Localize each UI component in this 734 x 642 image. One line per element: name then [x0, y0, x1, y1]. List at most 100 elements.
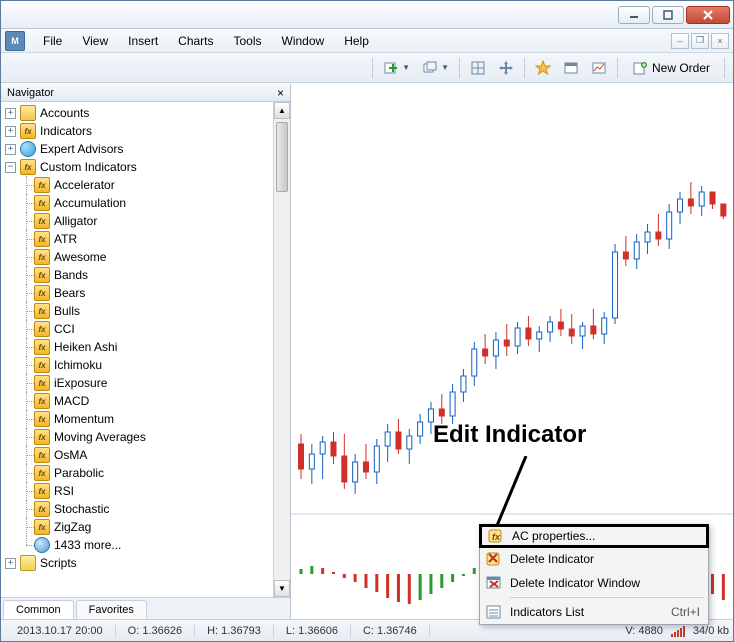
- plus-chart-icon: [383, 60, 399, 76]
- terminal-icon: [563, 60, 579, 76]
- tree-item-custom[interactable]: Awesome: [1, 248, 290, 266]
- tree-item-custom[interactable]: Accumulation: [1, 194, 290, 212]
- app-window: M File View Insert Charts Tools Window H…: [0, 0, 734, 642]
- toolbar-strategy-tester-button[interactable]: [586, 57, 612, 79]
- menu-shortcut: Ctrl+I: [671, 605, 700, 619]
- expander-icon[interactable]: +: [5, 144, 16, 155]
- tree-item-custom[interactable]: OsMA: [1, 446, 290, 464]
- tree-item-custom[interactable]: Alligator: [1, 212, 290, 230]
- navigator-scrollbar[interactable]: ▲ ▼: [273, 102, 290, 597]
- tab-common[interactable]: Common: [3, 600, 74, 619]
- fx-icon: [34, 447, 50, 463]
- scroll-down-button[interactable]: ▼: [274, 580, 290, 597]
- menu-item-label: Indicators List: [510, 605, 584, 619]
- fx-icon: [34, 339, 50, 355]
- tree-label: 1433 more...: [54, 538, 121, 552]
- navigator-tree[interactable]: +Accounts+Indicators+Expert Advisors−Cus…: [1, 102, 290, 597]
- fx-icon: [34, 411, 50, 427]
- status-kb: 34/0 kb: [693, 625, 729, 637]
- menu-charts[interactable]: Charts: [168, 31, 223, 51]
- tree-item-custom[interactable]: Bulls: [1, 302, 290, 320]
- tree-label: Bulls: [54, 304, 80, 318]
- window-minimize-button[interactable]: [618, 6, 650, 24]
- scroll-thumb[interactable]: [276, 122, 288, 192]
- menu-help[interactable]: Help: [334, 31, 379, 51]
- scroll-up-button[interactable]: ▲: [274, 102, 290, 119]
- tree-item-custom[interactable]: Bands: [1, 266, 290, 284]
- toolbar-terminal-button[interactable]: [558, 57, 584, 79]
- menu-tools[interactable]: Tools: [224, 31, 272, 51]
- fx-icon: [34, 177, 50, 193]
- tree-item-custom[interactable]: Parabolic: [1, 464, 290, 482]
- menu-item-delete-indicator[interactable]: Delete Indicator: [480, 547, 708, 571]
- tree-item-custom[interactable]: CCI: [1, 320, 290, 338]
- tree-item-custom[interactable]: Ichimoku: [1, 356, 290, 374]
- menu-view[interactable]: View: [72, 31, 118, 51]
- menu-file[interactable]: File: [33, 31, 72, 51]
- tree-item-custom[interactable]: ATR: [1, 230, 290, 248]
- toolbar-favorites-button[interactable]: [530, 57, 556, 79]
- navigator-header[interactable]: Navigator ×: [1, 84, 290, 102]
- tree-item-custom[interactable]: MACD: [1, 392, 290, 410]
- fx-icon: [34, 213, 50, 229]
- toolbar-crosshair-button[interactable]: [465, 57, 491, 79]
- fx-icon: [34, 465, 50, 481]
- menu-item-properties[interactable]: fx AC properties...: [479, 524, 709, 548]
- menu-item-indicators-list[interactable]: Indicators List Ctrl+I: [480, 600, 708, 624]
- expander-icon[interactable]: −: [5, 162, 16, 173]
- tree-label: Parabolic: [54, 466, 104, 480]
- tree-item-custom[interactable]: Bears: [1, 284, 290, 302]
- mdi-restore-button[interactable]: ❐: [691, 33, 709, 49]
- tree-label: Stochastic: [54, 502, 109, 516]
- mdi-close-button[interactable]: ×: [711, 33, 729, 49]
- expander-icon[interactable]: +: [5, 108, 16, 119]
- fx-icon: [34, 519, 50, 535]
- navigator-tabs: Common Favorites: [1, 597, 290, 619]
- tree-item-custom[interactable]: Accelerator: [1, 176, 290, 194]
- tree-item-custom[interactable]: iExposure: [1, 374, 290, 392]
- tree-item-custom[interactable]: RSI: [1, 482, 290, 500]
- expander-icon[interactable]: +: [5, 126, 16, 137]
- tree-item-custom[interactable]: Heiken Ashi: [1, 338, 290, 356]
- toolbar-new-order-button[interactable]: New Order: [623, 57, 719, 79]
- delete-indicator-icon: [484, 549, 504, 569]
- tree-item-custom[interactable]: Stochastic: [1, 500, 290, 518]
- window-close-button[interactable]: [686, 6, 730, 24]
- menu-insert[interactable]: Insert: [118, 31, 168, 51]
- navigator-close-button[interactable]: ×: [277, 86, 284, 100]
- fx-icon: [34, 357, 50, 373]
- tree-item-custom[interactable]: ZigZag: [1, 518, 290, 536]
- toolbar-cursor-button[interactable]: [493, 57, 519, 79]
- mdi-minimize-button[interactable]: –: [671, 33, 689, 49]
- tree-item-more[interactable]: 1433 more...: [1, 536, 290, 554]
- titlebar[interactable]: [1, 1, 733, 29]
- toolbar-new-chart-button[interactable]: ▼: [378, 57, 415, 79]
- tree-item-accounts[interactable]: +Accounts: [1, 104, 290, 122]
- status-volume: V: 4880: [625, 625, 663, 637]
- fx-icon: [34, 483, 50, 499]
- status-close: C: 1.36746: [351, 625, 430, 637]
- tree-item-scripts[interactable]: +Scripts: [1, 554, 290, 572]
- tree-item-custom-indicators[interactable]: −Custom Indicators: [1, 158, 290, 176]
- ea-icon: [20, 141, 36, 157]
- tree-item-custom[interactable]: Moving Averages: [1, 428, 290, 446]
- window-maximize-button[interactable]: [652, 6, 684, 24]
- tab-favorites[interactable]: Favorites: [76, 600, 147, 619]
- expander-icon[interactable]: +: [5, 558, 16, 569]
- menu-item-delete-window[interactable]: Delete Indicator Window: [480, 571, 708, 595]
- script-icon: [20, 555, 36, 571]
- tree-item-expert-advisors[interactable]: + Expert Advisors: [1, 140, 290, 158]
- fx-icon: [34, 393, 50, 409]
- tree-item-custom[interactable]: Momentum: [1, 410, 290, 428]
- tree-label: Expert Advisors: [40, 142, 123, 156]
- tree-item-indicators[interactable]: +Indicators: [1, 122, 290, 140]
- fx-icon: [34, 375, 50, 391]
- menu-window[interactable]: Window: [272, 31, 335, 51]
- new-order-label: New Order: [652, 61, 710, 75]
- indicator-context-menu: fx AC properties... Delete Indicator Del…: [479, 524, 709, 625]
- toolbar-profiles-button[interactable]: ▼: [417, 57, 454, 79]
- tree-label: RSI: [54, 484, 74, 498]
- tree-label: ZigZag: [54, 520, 91, 534]
- tree-label: Bands: [54, 268, 88, 282]
- svg-text:fx: fx: [492, 532, 501, 542]
